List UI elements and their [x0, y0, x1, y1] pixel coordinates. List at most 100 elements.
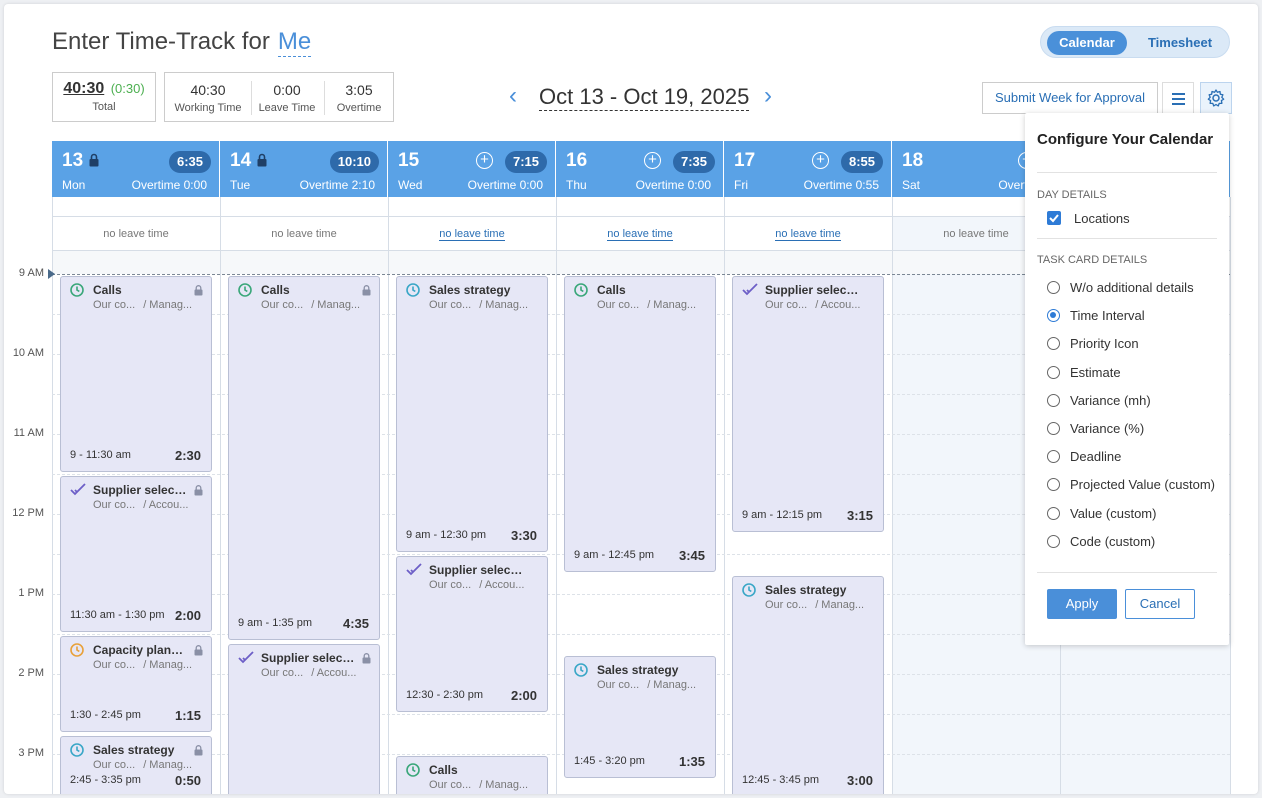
task-detail-radio[interactable]	[1047, 337, 1060, 351]
page-title-text: Enter Time-Track for	[52, 28, 270, 55]
task-time-interval: 1:45 - 3:20 pm	[574, 755, 645, 768]
leave-time-row[interactable]: no leave time	[724, 217, 892, 251]
task-time-interval: 9 - 11:30 am	[70, 449, 131, 461]
task-detail-option[interactable]: W/o additional details	[1070, 280, 1194, 295]
user-selector[interactable]: Me	[277, 28, 312, 57]
add-entry-icon[interactable]: +	[812, 152, 829, 169]
task-card[interactable]: Calls Our co... / Manag...	[396, 756, 548, 794]
leave-time-label: Leave Time	[258, 102, 316, 114]
task-detail-option[interactable]: Priority Icon	[1070, 336, 1139, 351]
config-title: Configure Your Calendar	[1037, 131, 1214, 148]
column-divider	[724, 197, 725, 794]
task-card[interactable]: Supplier selection Our co... / Accou... 11:…	[60, 476, 212, 632]
day-header-wed[interactable]: 15 Wed Overtime 0:00 7:15 +	[388, 141, 555, 197]
task-detail-radio[interactable]	[1047, 506, 1060, 520]
task-subtitle: Our co... / Manag...	[93, 299, 207, 311]
add-entry-icon[interactable]: +	[476, 152, 493, 169]
day-overtime: Overtime 2:10	[299, 178, 375, 192]
task-subtitle: Our co... / Manag...	[429, 779, 543, 791]
locations-label[interactable]: Locations	[1074, 211, 1130, 226]
task-card[interactable]: Supplier selection Our co... / Accou... 12:…	[396, 556, 548, 712]
task-time-interval: 9 am - 1:35 pm	[238, 617, 312, 629]
task-card[interactable]: Calls Our co... / Manag... 9 - 11:30 am 2:30	[60, 276, 212, 472]
day-hours-badge: 10:10	[329, 151, 379, 173]
task-card[interactable]: Supplier selection Our co... / Accou...	[228, 644, 380, 794]
task-card[interactable]: Sales strategy Our co... / Manag... 9 am - …	[396, 276, 548, 552]
clock-icon	[70, 743, 84, 757]
day-header-fri[interactable]: 17 Fri Overtime 0:55 8:55 +	[724, 141, 891, 197]
task-detail-option[interactable]: Variance (%)	[1070, 421, 1144, 436]
task-detail-option[interactable]: Deadline	[1070, 449, 1121, 464]
menu-icon[interactable]	[1162, 82, 1194, 114]
day-header-thu[interactable]: 16 Thu Overtime 0:00 7:35 +	[556, 141, 723, 197]
divider	[1037, 172, 1217, 173]
locations-checkbox[interactable]	[1047, 211, 1061, 225]
task-project: Our co...	[765, 299, 808, 311]
task-detail-radio[interactable]	[1047, 281, 1060, 294]
day-number: 13	[62, 150, 84, 171]
task-detail-radio[interactable]	[1047, 393, 1060, 407]
lock-icon	[194, 483, 203, 496]
day-overtime: Overtime 0:00	[131, 178, 207, 192]
task-detail-radio[interactable]	[1047, 365, 1060, 379]
task-card[interactable]: Supplier selection Our co... / Accou... 9 a…	[732, 276, 884, 532]
task-title: Supplier selection	[765, 283, 861, 297]
submit-week-button[interactable]: Submit Week for Approval	[982, 82, 1158, 114]
task-detail-radio[interactable]	[1047, 309, 1060, 323]
leave-time-label[interactable]: no leave time	[607, 228, 673, 241]
day-header-tue[interactable]: 14 Tue Overtime 2:10 10:10	[220, 141, 387, 197]
week-range[interactable]: Oct 13 - Oct 19, 2025	[539, 84, 750, 111]
day-overtime: Overtime 0:55	[803, 178, 879, 192]
task-subtitle: Our co... / Accou...	[93, 499, 207, 511]
task-card[interactable]: Sales strategy Our co... / Manag... 12:45 -…	[732, 576, 884, 794]
time-label: 3 PM	[18, 747, 44, 759]
timesheet-view-button[interactable]: Timesheet	[1137, 31, 1223, 55]
day-strip	[388, 197, 556, 217]
task-duration: 3:00	[846, 773, 873, 788]
task-detail-radio[interactable]	[1047, 422, 1060, 435]
all-day-row	[220, 251, 388, 274]
task-subtitle: Our co... / Manag...	[93, 759, 207, 771]
calendar-view-button[interactable]: Calendar	[1047, 31, 1127, 55]
task-card[interactable]: Calls Our co... / Manag... 9 am - 12:45 pm 3…	[564, 276, 716, 572]
leave-time-row[interactable]: no leave time	[388, 217, 556, 251]
task-card[interactable]: Sales strategy Our co... / Manag... 1:45 - …	[564, 656, 716, 779]
leave-time-label: no leave time	[271, 228, 337, 240]
task-detail-option[interactable]: Code (custom)	[1070, 534, 1155, 549]
task-detail-radio[interactable]	[1047, 450, 1060, 464]
apply-button[interactable]: Apply	[1047, 589, 1117, 619]
gear-icon[interactable]	[1200, 82, 1232, 114]
task-detail-option[interactable]: Projected Value (custom)	[1070, 477, 1215, 492]
leave-time-label[interactable]: no leave time	[439, 228, 505, 241]
total-value[interactable]: 40:30	[63, 80, 104, 98]
clock-icon	[574, 283, 588, 297]
leave-time-label[interactable]: no leave time	[775, 228, 841, 241]
leave-time-row: no leave time	[52, 217, 220, 251]
task-project: Our co...	[429, 579, 472, 591]
task-card[interactable]: Capacity plannin... Our co... / Manag... 1:…	[60, 636, 212, 732]
day-strip	[220, 197, 388, 217]
chevron-right-icon[interactable]: ›	[758, 84, 778, 108]
task-detail-radio[interactable]	[1047, 534, 1060, 548]
add-entry-icon[interactable]: +	[644, 152, 661, 169]
task-detail-option[interactable]: Estimate	[1070, 365, 1121, 380]
task-detail-option[interactable]: Value (custom)	[1070, 506, 1156, 521]
task-detail-radio[interactable]	[1047, 478, 1060, 492]
cancel-button[interactable]: Cancel	[1125, 589, 1195, 619]
chevron-left-icon[interactable]: ‹	[503, 84, 523, 108]
task-title: Supplier selection	[261, 651, 357, 665]
column-divider	[220, 197, 221, 794]
time-label: 1 PM	[18, 587, 44, 599]
task-time-interval: 11:30 am - 1:30 pm	[70, 609, 165, 621]
time-label: 11 AM	[13, 427, 44, 439]
day-header-mon[interactable]: 13 Mon Overtime 0:00 6:35	[52, 141, 219, 197]
task-category: / Accou...	[311, 667, 357, 679]
configure-calendar-panel: Configure Your Calendar DAY DETAILS Loca…	[1025, 113, 1229, 645]
task-detail-option[interactable]: Time Interval	[1070, 308, 1145, 323]
task-detail-option[interactable]: Variance (mh)	[1070, 393, 1151, 408]
lock-icon	[89, 153, 99, 167]
leave-time-row[interactable]: no leave time	[556, 217, 724, 251]
working-time-cell: 40:30 Working Time	[165, 73, 251, 121]
task-card[interactable]: Sales strategy Our co... / Manag... 2:45 - …	[60, 736, 212, 794]
task-card[interactable]: Calls Our co... / Manag... 9 am - 1:35 pm 4:…	[228, 276, 380, 640]
